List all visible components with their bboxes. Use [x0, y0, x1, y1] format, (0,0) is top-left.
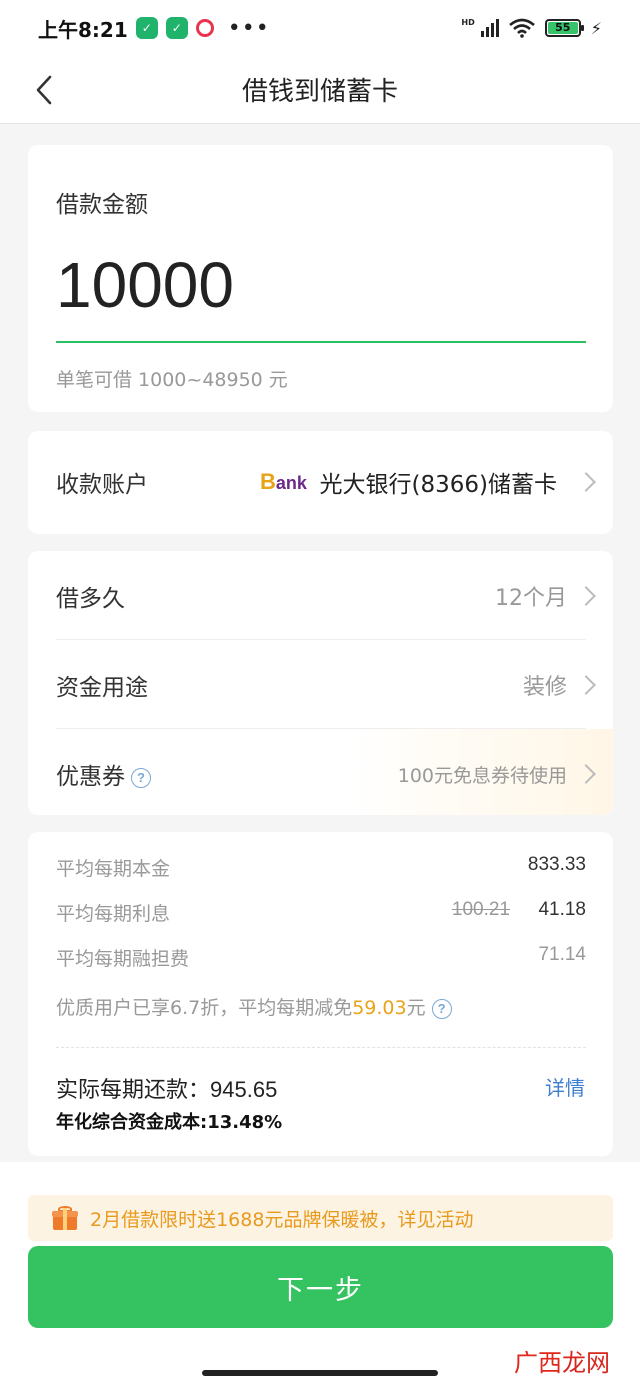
amount-input[interactable] — [56, 245, 586, 325]
coupon-row[interactable]: 优惠券? 100元免息券待使用 — [28, 729, 613, 815]
actual-repayment: 实际每期还款：945.65 — [56, 1077, 278, 1103]
interest-label: 平均每期利息 — [56, 903, 171, 925]
loan-term-row[interactable]: 借多久 12个月 — [28, 551, 613, 639]
fund-purpose-label: 资金用途 — [56, 675, 148, 701]
watermark-logo: 广西龙网 — [514, 1349, 610, 1377]
chevron-right-icon — [576, 472, 596, 492]
amount-range-hint: 单笔可借 1000~48950 元 — [56, 369, 288, 391]
back-button[interactable] — [24, 68, 64, 112]
chevron-right-icon — [576, 675, 596, 695]
principal-value: 833.33 — [527, 854, 586, 875]
interest-row: 平均每期利息 100.21 41.18 — [56, 899, 586, 929]
loan-options-card: 借多久 12个月 资金用途 装修 优惠券? 100元免息券待使用 — [28, 551, 613, 815]
receiving-account-row[interactable]: 收款账户 Bank 光大银行(8366)储蓄卡 — [28, 431, 613, 534]
wifi-icon — [508, 18, 535, 38]
more-notifications-icon: ••• — [227, 15, 270, 41]
guarantee-fee-row: 平均每期融担费 71.14 — [56, 944, 586, 974]
coupon-value: 100元免息券待使用 — [397, 765, 567, 787]
promo-text: 2月借款限时送1688元品牌保暖被，详见活动 — [90, 1208, 474, 1231]
status-indicators: HD 55 ⚡ — [461, 18, 602, 38]
help-icon[interactable]: ? — [431, 998, 452, 1019]
promo-banner[interactable]: 2月借款限时送1688元品牌保暖被，详见活动 — [28, 1195, 613, 1241]
guarantee-fee-label: 平均每期融担费 — [56, 948, 190, 970]
fund-purpose-row[interactable]: 资金用途 装修 — [28, 640, 613, 728]
amount-input-underline — [56, 341, 586, 343]
receiving-account-label: 收款账户 — [56, 472, 148, 498]
battery-level: 55 — [547, 22, 578, 34]
annual-cost-rate: 年化综合资金成本:13.48% — [56, 1112, 283, 1133]
chevron-right-icon — [576, 586, 596, 606]
home-indicator[interactable] — [202, 1370, 438, 1376]
charging-icon: ⚡ — [590, 18, 602, 38]
hd-badge: HD — [461, 17, 475, 27]
shield-app-icon-2: ✓ — [165, 17, 188, 39]
interest-original-value: 100.21 — [451, 899, 510, 920]
principal-label: 平均每期本金 — [56, 858, 171, 880]
amount-label: 借款金额 — [56, 192, 148, 218]
battery-icon: 55 — [544, 19, 584, 37]
status-bar: 上午8:21 ✓ ✓ ••• HD 55 ⚡ — [0, 0, 640, 56]
signal-icon — [480, 19, 499, 37]
back-arrow-icon — [36, 75, 52, 105]
amount-card: 借款金额 单笔可借 1000~48950 元 — [28, 145, 613, 412]
details-link[interactable]: 详情 — [545, 1072, 585, 1101]
bank-logo: Bank — [260, 469, 307, 494]
guarantee-fee-value: 71.14 — [538, 944, 586, 965]
notification-app-icon — [195, 19, 214, 37]
status-time: 上午8:21 — [38, 17, 128, 42]
next-step-button[interactable]: 下一步 — [28, 1246, 613, 1328]
repayment-detail-card: 平均每期本金 833.33 平均每期利息 100.21 41.18 平均每期融担… — [28, 832, 613, 1156]
dashed-divider — [56, 1047, 586, 1048]
chevron-right-icon — [576, 764, 596, 784]
screen: 上午8:21 ✓ ✓ ••• HD 55 ⚡ 借钱到储蓄卡 借款金额 10000… — [0, 0, 640, 1387]
shield-app-icon: ✓ — [135, 17, 158, 39]
nav-bar: 借钱到储蓄卡 — [0, 56, 640, 124]
principal-row: 平均每期本金 833.33 — [56, 854, 586, 884]
loan-term-label: 借多久 — [56, 586, 125, 612]
discount-amount: 59.03 — [352, 997, 407, 1019]
fund-purpose-value: 装修 — [522, 675, 567, 700]
gift-icon — [52, 1206, 78, 1230]
coupon-label: 优惠券? — [56, 757, 151, 791]
actual-repayment-value: 945.65 — [210, 1077, 278, 1102]
help-icon[interactable]: ? — [131, 767, 151, 788]
discount-info: 优质用户已享6.7折，平均每期减免59.03元? — [56, 993, 452, 1020]
loan-term-value: 12个月 — [495, 586, 567, 611]
interest-value: 41.18 — [538, 899, 586, 920]
page-title: 借钱到储蓄卡 — [241, 77, 398, 107]
bank-account-name: 光大银行(8366)储蓄卡 — [319, 472, 557, 498]
